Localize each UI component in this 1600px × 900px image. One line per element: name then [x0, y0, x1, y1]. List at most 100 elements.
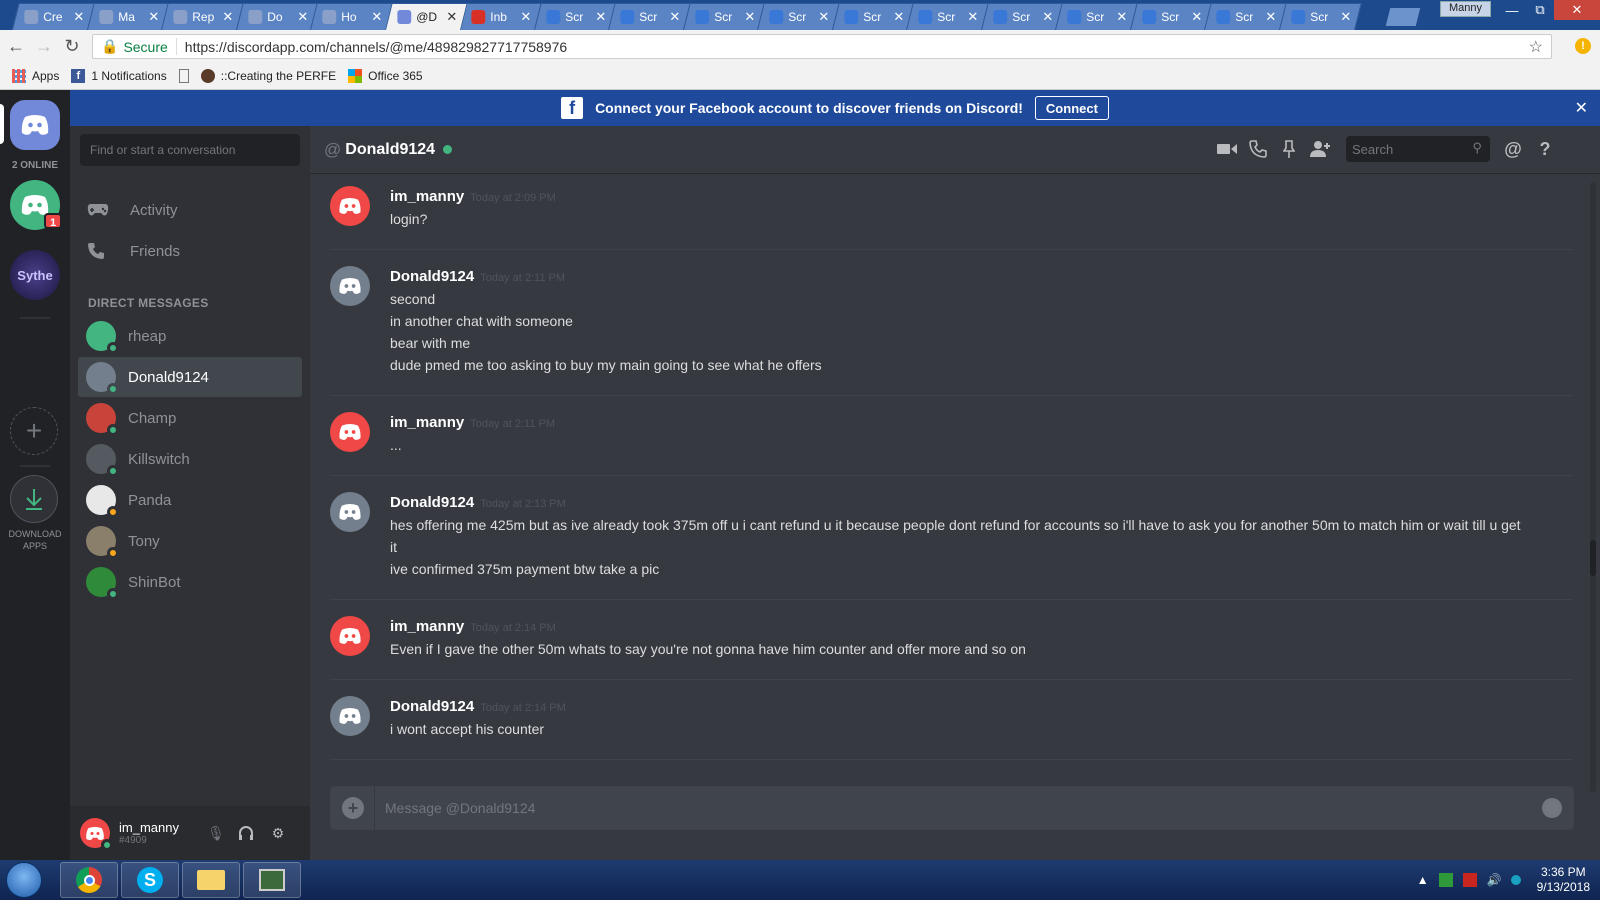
tab-close-icon[interactable]: ✕ [148, 9, 159, 25]
tab-close-icon[interactable]: ✕ [1116, 9, 1127, 25]
upload-plus-icon[interactable]: + [342, 797, 364, 819]
tab-close-icon[interactable]: ✕ [818, 9, 829, 25]
browser-tab[interactable]: Scr ✕ [682, 3, 766, 30]
browser-tab[interactable]: Scr ✕ [831, 3, 915, 30]
browser-tab[interactable]: Scr ✕ [1055, 3, 1138, 30]
tab-close-icon[interactable]: ✕ [222, 9, 233, 25]
tab-close-icon[interactable]: ✕ [744, 9, 755, 25]
browser-tab[interactable]: Scr ✕ [533, 3, 617, 30]
voice-call-icon[interactable] [1247, 138, 1269, 160]
chat-scrollbar-thumb[interactable] [1590, 540, 1596, 576]
browser-tab[interactable]: Scr ✕ [1278, 3, 1362, 30]
server-sythe[interactable]: Sythe [10, 250, 60, 300]
chat-search-input[interactable]: Search ⚲ [1346, 136, 1490, 162]
avatar[interactable] [80, 818, 113, 851]
clock[interactable]: 3:36 PM 9/13/2018 [1537, 865, 1590, 895]
show-hidden-icons[interactable]: ▲ [1417, 873, 1429, 887]
tab-close-icon[interactable]: ✕ [520, 9, 531, 25]
security-icon[interactable] [1462, 873, 1477, 887]
video-call-icon[interactable] [1216, 138, 1238, 160]
browser-tab[interactable]: Inb ✕ [459, 3, 542, 30]
tab-close-icon[interactable]: ✕ [595, 9, 606, 25]
tab-close-icon[interactable]: ✕ [1265, 9, 1276, 25]
bookmark-page[interactable] [178, 69, 189, 83]
back-icon[interactable]: ← [4, 35, 28, 59]
browser-tab[interactable]: Scr ✕ [906, 3, 989, 30]
alert-icon[interactable]: ! [1575, 38, 1591, 54]
dm-item-shinbot[interactable]: ShinBot [78, 562, 302, 602]
bookmark-creating[interactable]: ::Creating the PERFE [200, 69, 336, 83]
browser-tab[interactable]: Scr ✕ [980, 3, 1064, 30]
message-author[interactable]: Donald9124 [390, 268, 474, 285]
bookmark-notifications[interactable]: f 1 Notifications [71, 69, 167, 83]
dm-item-donald9124[interactable]: Donald9124 [78, 357, 302, 397]
dm-nav-friends[interactable]: Friends [78, 231, 302, 271]
tab-close-icon[interactable]: ✕ [1340, 9, 1351, 25]
tab-close-icon[interactable]: ✕ [1191, 9, 1202, 25]
tab-close-icon[interactable]: ✕ [297, 9, 308, 25]
pin-icon[interactable] [1278, 138, 1300, 160]
network-icon[interactable] [1510, 875, 1521, 885]
download-apps-button[interactable] [10, 475, 58, 523]
browser-tab[interactable]: Scr ✕ [608, 3, 691, 30]
dm-item-tony[interactable]: Tony [78, 521, 302, 561]
browser-profile-button[interactable]: Manny [1440, 1, 1492, 17]
avatar[interactable] [330, 696, 370, 736]
discord-home-button[interactable] [10, 100, 60, 150]
tab-close-icon[interactable]: ✕ [967, 9, 978, 25]
explorer-taskbar-icon[interactable] [182, 862, 240, 898]
banner-close-icon[interactable]: ✕ [1575, 98, 1588, 118]
dm-nav-activity[interactable]: Activity [78, 190, 302, 230]
message-input[interactable]: Message @Donald9124 [385, 800, 535, 816]
forward-icon[interactable]: → [32, 35, 56, 59]
mute-mic-icon[interactable]: 🎙 [206, 823, 226, 843]
browser-tab[interactable]: Do ✕ [235, 3, 319, 30]
avatar[interactable] [330, 186, 370, 226]
secure-indicator[interactable]: 🔒 Secure [93, 38, 177, 55]
network-app-icon[interactable] [1438, 873, 1453, 887]
chat-scrollbar-track[interactable] [1590, 182, 1596, 792]
browser-tab[interactable]: Cre ✕ [12, 3, 95, 30]
start-button[interactable] [6, 862, 42, 898]
tab-close-icon[interactable]: ✕ [446, 9, 457, 25]
message-author[interactable]: Donald9124 [390, 494, 474, 511]
tab-close-icon[interactable]: ✕ [371, 9, 382, 25]
browser-tab[interactable]: Ma ✕ [86, 3, 170, 30]
url-bar[interactable]: 🔒 Secure https://discordapp.com/channels… [92, 34, 1552, 59]
add-friend-icon[interactable] [1309, 138, 1331, 160]
minimize-icon[interactable]: — [1498, 0, 1526, 20]
browser-tab[interactable]: Scr ✕ [1129, 3, 1213, 30]
avatar[interactable] [330, 266, 370, 306]
message-author[interactable]: im_manny [390, 414, 464, 431]
browser-tab[interactable]: Rep ✕ [161, 3, 244, 30]
message-author[interactable]: Donald9124 [390, 698, 474, 715]
headphones-icon[interactable] [236, 823, 256, 843]
dm-item-killswitch[interactable]: Killswitch [78, 439, 302, 479]
app-taskbar-icon[interactable] [243, 862, 301, 898]
bookmark-apps[interactable]: Apps [12, 69, 59, 83]
chrome-taskbar-icon[interactable] [60, 862, 118, 898]
reload-icon[interactable]: ↻ [60, 35, 84, 59]
add-server-button[interactable]: + [10, 407, 58, 455]
url-text[interactable]: https://discordapp.com/channels/@me/4898… [177, 39, 567, 55]
help-icon[interactable]: ? [1534, 138, 1556, 160]
browser-tab[interactable]: @D ✕ [384, 3, 468, 30]
emoji-icon[interactable] [1542, 798, 1562, 818]
dm-search-input[interactable]: Find or start a conversation [80, 134, 300, 166]
mentions-icon[interactable]: @ [1502, 138, 1524, 160]
settings-gear-icon[interactable]: ⚙ [268, 823, 288, 843]
browser-tab[interactable]: Scr ✕ [1204, 3, 1287, 30]
skype-taskbar-icon[interactable]: S [121, 862, 179, 898]
bookmark-office[interactable]: Office 365 [348, 69, 423, 83]
message-author[interactable]: im_manny [390, 618, 464, 635]
browser-tab[interactable]: Ho ✕ [310, 3, 393, 30]
tab-close-icon[interactable]: ✕ [1042, 9, 1053, 25]
bookmark-star-icon[interactable]: ☆ [1529, 37, 1543, 57]
dm-item-rheap[interactable]: rheap [78, 316, 302, 356]
avatar[interactable] [330, 412, 370, 452]
browser-tab[interactable]: Scr ✕ [757, 3, 840, 30]
restore-icon[interactable]: ⧉ [1526, 0, 1554, 20]
avatar[interactable] [330, 616, 370, 656]
new-tab-button[interactable] [1385, 8, 1421, 26]
facebook-connect-button[interactable]: Connect [1034, 96, 1109, 120]
